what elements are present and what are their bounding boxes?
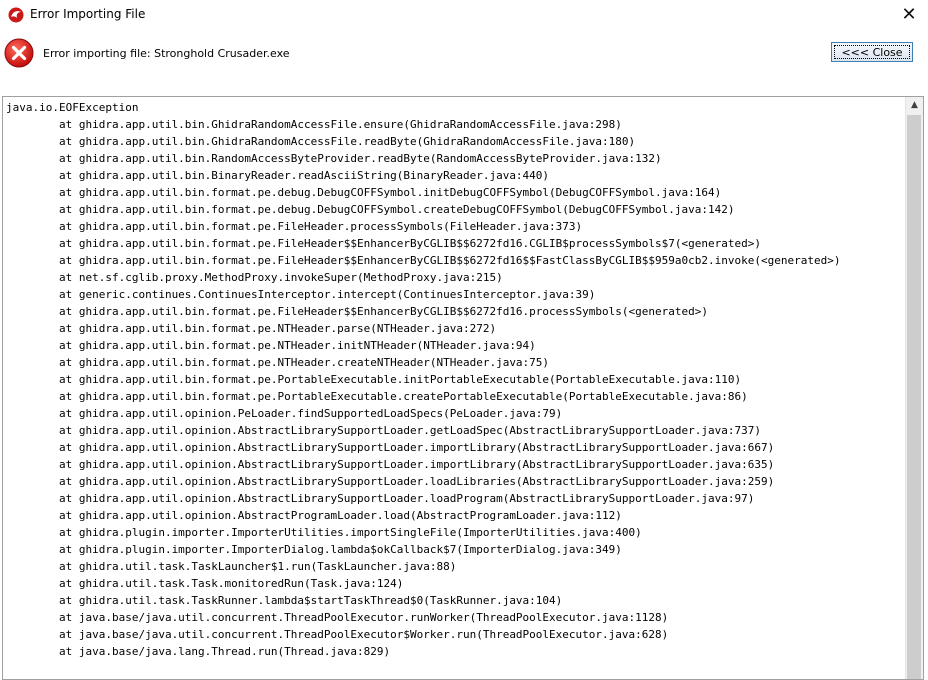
trace-line: at ghidra.app.util.opinion.PeLoader.find… — [6, 407, 563, 420]
trace-line: at ghidra.app.util.bin.format.pe.FileHea… — [6, 237, 761, 250]
trace-line: at ghidra.app.util.bin.format.pe.FileHea… — [6, 305, 708, 318]
trace-line: at ghidra.app.util.bin.format.pe.NTHeade… — [6, 339, 536, 352]
trace-line: at java.base/java.util.concurrent.Thread… — [6, 611, 669, 624]
trace-line: at ghidra.plugin.importer.ImporterDialog… — [6, 543, 622, 556]
trace-line: at ghidra.app.util.bin.RandomAccessByteP… — [6, 152, 662, 165]
ghidra-dragon-icon — [8, 7, 24, 23]
trace-line: at ghidra.app.util.opinion.AbstractLibra… — [6, 458, 775, 471]
trace-line: at ghidra.app.util.bin.format.pe.FileHea… — [6, 220, 583, 233]
scroll-up-arrow-icon[interactable]: ▲ — [906, 97, 923, 114]
close-button[interactable]: <<< Close — [831, 42, 913, 62]
trace-line: at ghidra.app.util.bin.GhidraRandomAcces… — [6, 135, 636, 148]
trace-line: at ghidra.app.util.bin.format.pe.Portabl… — [6, 373, 742, 386]
window-close-icon[interactable]: ✕ — [896, 2, 922, 28]
trace-line: at java.base/java.lang.Thread.run(Thread… — [6, 645, 391, 658]
trace-line: at ghidra.app.util.bin.format.pe.debug.D… — [6, 203, 735, 216]
trace-line: at ghidra.app.util.opinion.AbstractLibra… — [6, 441, 775, 454]
trace-line: at ghidra.app.util.bin.format.pe.debug.D… — [6, 186, 722, 199]
trace-line: at ghidra.plugin.importer.ImporterUtilit… — [6, 526, 642, 539]
error-header: Error importing file: Stronghold Crusade… — [0, 30, 928, 92]
trace-line: at ghidra.app.util.bin.format.pe.NTHeade… — [6, 322, 497, 335]
scroll-thumb[interactable] — [907, 115, 921, 679]
trace-line: at ghidra.app.util.bin.format.pe.FileHea… — [6, 254, 841, 267]
trace-line: at ghidra.util.task.Task.monitoredRun(Ta… — [6, 577, 404, 590]
trace-line: at ghidra.util.task.TaskLauncher$1.run(T… — [6, 560, 457, 573]
trace-line: java.io.EOFException — [6, 101, 139, 114]
window-title: Error Importing File — [30, 7, 146, 21]
error-x-icon — [4, 38, 34, 68]
trace-line: at net.sf.cglib.proxy.MethodProxy.invoke… — [6, 271, 503, 284]
stack-trace-text: java.io.EOFException at ghidra.app.util.… — [6, 99, 840, 660]
trace-line: at ghidra.app.util.opinion.AbstractLibra… — [6, 475, 775, 488]
trace-line: at generic.continues.ContinuesIntercepto… — [6, 288, 596, 301]
trace-line: at ghidra.app.util.bin.format.pe.NTHeade… — [6, 356, 550, 369]
trace-line: at java.base/java.util.concurrent.Thread… — [6, 628, 669, 641]
error-message: Error importing file: Stronghold Crusade… — [43, 47, 290, 60]
stack-trace-panel[interactable]: java.io.EOFException at ghidra.app.util.… — [2, 96, 924, 680]
trace-line: at ghidra.app.util.bin.GhidraRandomAcces… — [6, 118, 622, 131]
trace-line: at ghidra.app.util.opinion.AbstractLibra… — [6, 424, 761, 437]
vertical-scrollbar[interactable]: ▲ — [905, 97, 923, 679]
trace-line: at ghidra.app.util.bin.BinaryReader.read… — [6, 169, 550, 182]
trace-line: at ghidra.app.util.bin.format.pe.Portabl… — [6, 390, 748, 403]
title-bar: Error Importing File ✕ — [0, 0, 928, 30]
trace-line: at ghidra.app.util.opinion.AbstractLibra… — [6, 492, 755, 505]
trace-line: at ghidra.app.util.opinion.AbstractProgr… — [6, 509, 622, 522]
trace-line: at ghidra.util.task.TaskRunner.lambda$st… — [6, 594, 563, 607]
